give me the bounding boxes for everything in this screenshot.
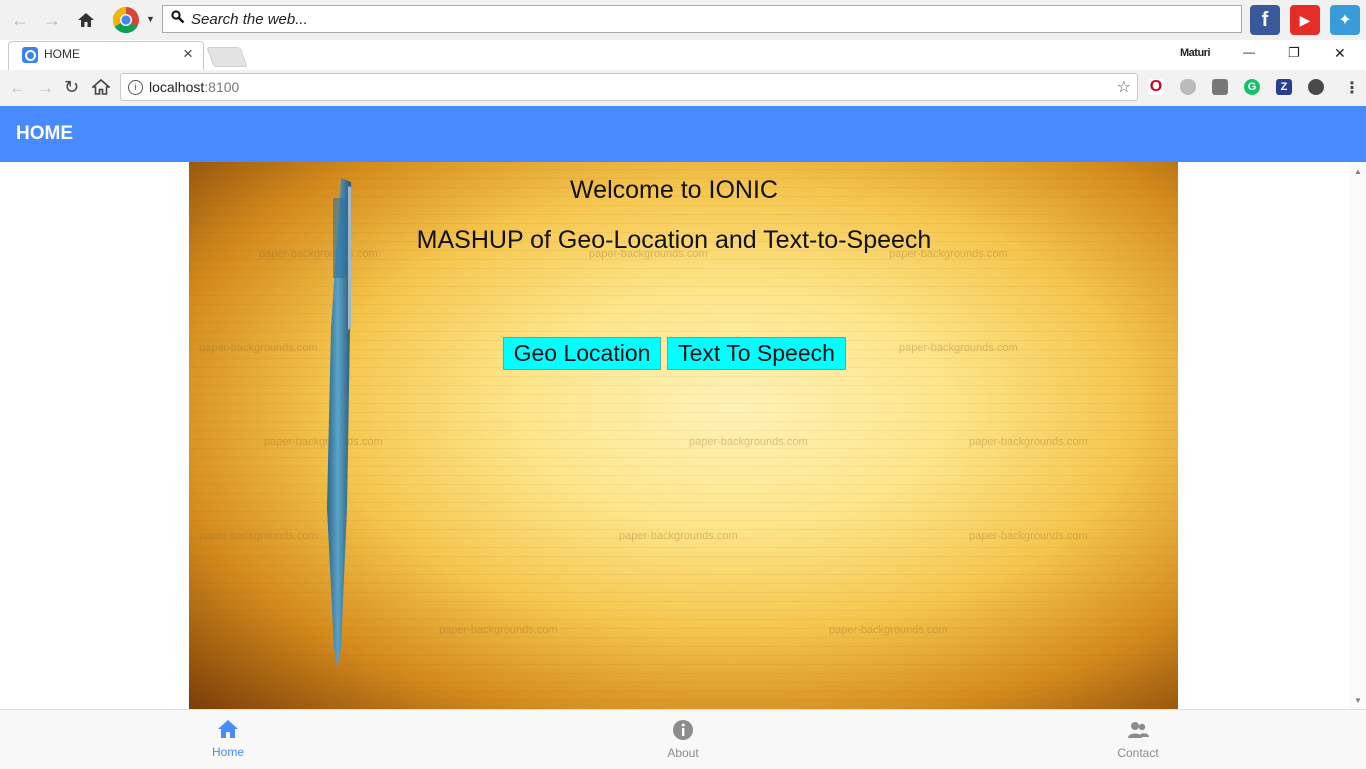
app-header (0, 106, 1366, 162)
tab-strip (0, 40, 1366, 70)
watermark: paper-backgrounds.com (619, 530, 738, 542)
watermark: paper-backgrounds.com (689, 436, 808, 448)
chrome-logo-icon[interactable] (112, 6, 140, 34)
grammarly-icon[interactable]: G (1244, 79, 1260, 95)
search-icon (171, 9, 185, 29)
restore-icon[interactable]: ❐ (1288, 45, 1300, 61)
watermark: paper-backgrounds.com (199, 342, 318, 354)
menu-icon[interactable]: ⋮ (1344, 78, 1360, 98)
ext-back-icon[interactable]: ← (8, 8, 32, 32)
url-host: localhost (149, 79, 205, 95)
scrollbar[interactable] (1350, 162, 1366, 710)
watermark: paper-backgrounds.com (439, 624, 558, 636)
back-icon[interactable]: ← (9, 78, 26, 98)
welcome-heading: Welcome to IONIC (570, 176, 778, 204)
url-port: :8100 (204, 79, 240, 95)
watermark: paper-backgrounds.com (829, 624, 948, 636)
geo-location-button[interactable]: Geo Location (503, 337, 661, 370)
ext-home-icon[interactable] (74, 8, 98, 32)
games-icon[interactable]: ✦ (1330, 5, 1360, 35)
tab-label-about: About (667, 746, 699, 760)
minimize-icon[interactable]: — (1243, 45, 1255, 59)
watermark: paper-backgrounds.com (969, 530, 1088, 542)
evernote-icon[interactable] (1308, 79, 1324, 95)
tab-label-contact: Contact (1117, 746, 1159, 760)
info-icon[interactable]: i (128, 79, 143, 95)
tab-about-button[interactable]: About (633, 712, 733, 766)
shield-icon[interactable] (1180, 79, 1196, 95)
opera-icon[interactable]: O (1148, 78, 1164, 95)
page-title: HOME (16, 123, 73, 144)
home-icon[interactable] (90, 78, 112, 101)
subtitle-heading: MASHUP of Geo-Location and Text-to-Speec… (416, 226, 932, 254)
chrome-dropdown-icon[interactable]: ▼ (146, 14, 155, 24)
window-close-icon[interactable]: ✕ (1334, 45, 1346, 62)
contacts-icon (1128, 722, 1149, 738)
tab-label-home: Home (211, 745, 244, 759)
address-bar[interactable]: i localhost:8100 ☆ (120, 73, 1138, 101)
tab-contact-button[interactable]: Contact (1088, 712, 1188, 766)
reload-icon[interactable]: ↻ (64, 77, 79, 98)
facebook-icon[interactable]: f (1250, 5, 1280, 35)
zotero-icon[interactable]: Z (1276, 79, 1292, 95)
info-icon (673, 720, 693, 740)
tab-close-icon[interactable]: × (183, 44, 193, 64)
watermark: paper-backgrounds.com (899, 342, 1018, 354)
search-placeholder: Search the web... (191, 10, 308, 28)
tab-title: HOME (44, 47, 80, 61)
ext-forward-icon[interactable]: → (40, 8, 64, 32)
tab-home-button[interactable]: Home (178, 712, 278, 766)
watermark: paper-backgrounds.com (199, 530, 318, 542)
youtube-icon[interactable]: ▶ (1290, 5, 1320, 35)
pocket-icon[interactable] (1212, 79, 1228, 95)
forward-icon[interactable]: → (37, 78, 54, 98)
bookmark-star-icon[interactable]: ☆ (1117, 77, 1131, 97)
new-tab-button[interactable] (206, 47, 248, 67)
scroll-up-icon[interactable]: ▲ (1353, 167, 1363, 176)
ionic-favicon-icon (22, 47, 38, 63)
text-to-speech-button[interactable]: Text To Speech (667, 337, 846, 370)
scroll-down-icon[interactable]: ▼ (1353, 696, 1363, 705)
profile-name[interactable]: Maturi (1180, 47, 1211, 59)
watermark: paper-backgrounds.com (264, 436, 383, 448)
home-icon (218, 720, 238, 738)
watermark: paper-backgrounds.com (969, 436, 1088, 448)
web-search-box[interactable]: Search the web... (162, 5, 1242, 33)
